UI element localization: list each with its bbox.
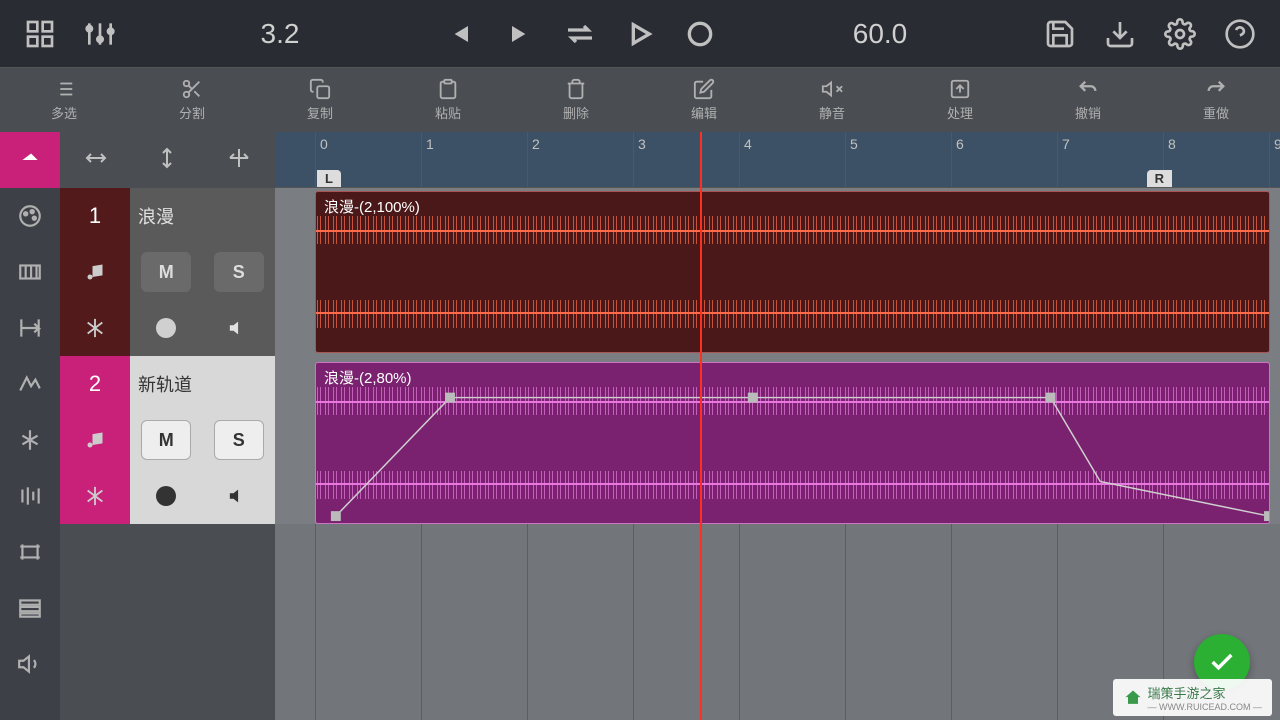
solo-btn-2[interactable]: S [214, 420, 264, 460]
copy-label: 复制 [307, 103, 333, 122]
pointer-tool[interactable] [0, 132, 60, 188]
zoom-fit-icon[interactable] [219, 138, 259, 183]
ruler-tick: 3 [633, 132, 650, 187]
undo-button[interactable]: 撤销 [1024, 78, 1152, 122]
grid-tool[interactable] [0, 524, 60, 580]
move-h-icon[interactable] [76, 138, 116, 183]
track-name-1[interactable]: 浪漫 [130, 188, 275, 244]
timeline-area[interactable]: 0 1 2 3 4 5 6 7 8 9 L R 浪漫-(2,100%) [275, 132, 1280, 720]
track-name-2[interactable]: 新轨道 [130, 356, 275, 412]
record-icon[interactable] [670, 0, 730, 67]
eq-tool[interactable] [0, 468, 60, 524]
multiselect-button[interactable]: 多选 [0, 78, 128, 122]
process-label: 处理 [947, 103, 973, 122]
add-track-icon[interactable] [105, 675, 121, 709]
redo-label: 重做 [1203, 103, 1229, 122]
watermark-title: 瑞策手游之家 [1148, 686, 1226, 701]
skip-forward-icon[interactable] [490, 0, 550, 67]
ruler-tick: 5 [845, 132, 862, 187]
settings-icon[interactable] [1150, 0, 1210, 67]
solo-btn-1[interactable]: S [214, 252, 264, 292]
paste-label: 粘贴 [435, 103, 461, 122]
watermark-sub: — WWW.RUICEAD.COM — [1148, 702, 1263, 712]
track-number-col-1[interactable]: 1 [60, 188, 130, 356]
loop-start-marker[interactable]: L [317, 170, 341, 187]
monitor-2[interactable] [224, 481, 254, 511]
playhead[interactable] [700, 132, 702, 720]
download-icon[interactable] [1090, 0, 1150, 67]
ruler-tick: 1 [421, 132, 438, 187]
help-icon[interactable] [1210, 0, 1270, 67]
audio-clip-1[interactable]: 浪漫-(2,100%) [315, 191, 1270, 353]
mixer-icon[interactable] [70, 0, 130, 67]
shuffle-icon[interactable] [235, 675, 251, 709]
piano-tool[interactable] [0, 244, 60, 300]
track-number-2: 2 [60, 356, 130, 412]
left-tool-column [0, 132, 60, 720]
track-row-2: 2 新轨道 M S [60, 356, 275, 524]
delete-label: 删除 [563, 103, 589, 122]
redo-button[interactable]: 重做 [1152, 78, 1280, 122]
track-controls-1: 浪漫 M S [130, 188, 275, 356]
paste-button[interactable]: 粘贴 [384, 78, 512, 122]
track-panel: 1 浪漫 M S 2 [60, 132, 275, 720]
watermark: 瑞策手游之家 — WWW.RUICEAD.COM — [1113, 679, 1273, 716]
ruler-tick: 7 [1057, 132, 1074, 187]
mute-button[interactable]: 静音 [768, 78, 896, 122]
track-header-tools [60, 132, 275, 188]
edit-label: 编辑 [691, 103, 717, 122]
speaker-tool[interactable] [0, 636, 60, 692]
remove-track-icon[interactable] [170, 675, 186, 709]
freeze-icon[interactable] [60, 300, 130, 356]
track-controls-2: 新轨道 M S [130, 356, 275, 524]
skip-back-icon[interactable] [430, 0, 490, 67]
track-number-1: 1 [60, 188, 130, 244]
play-icon[interactable] [610, 0, 670, 67]
position-display[interactable]: 3.2 [220, 18, 340, 50]
ruler-tick: 4 [739, 132, 756, 187]
monitor-1[interactable] [224, 313, 254, 343]
timeline-ruler[interactable]: 0 1 2 3 4 5 6 7 8 9 L R [275, 132, 1280, 188]
ruler-tick: 6 [951, 132, 968, 187]
freeze-icon[interactable] [60, 468, 130, 524]
fx-tool[interactable] [0, 412, 60, 468]
palette-tool[interactable] [0, 188, 60, 244]
apps-icon[interactable] [10, 0, 70, 67]
edit-toolbar: 多选 分割 复制 粘贴 删除 编辑 静音 处理 撤销 重做 [0, 67, 1280, 132]
save-icon[interactable] [1030, 0, 1090, 67]
track-number-col-2[interactable]: 2 [60, 356, 130, 524]
loop-icon[interactable] [550, 0, 610, 67]
ruler-tick: 2 [527, 132, 544, 187]
clip-label-1: 浪漫-(2,100%) [324, 196, 420, 217]
track-row-1: 1 浪漫 M S [60, 188, 275, 356]
mute-btn-2[interactable]: M [141, 420, 191, 460]
move-v-icon[interactable] [147, 138, 187, 183]
mute-label: 静音 [819, 103, 845, 122]
layers-tool[interactable] [0, 580, 60, 636]
snap-tool[interactable] [0, 300, 60, 356]
loop-end-marker[interactable]: R [1147, 170, 1172, 187]
mute-btn-1[interactable]: M [141, 252, 191, 292]
note-icon[interactable] [60, 412, 130, 468]
top-toolbar: 3.2 60.0 [0, 0, 1280, 67]
split-button[interactable]: 分割 [128, 78, 256, 122]
undo-label: 撤销 [1075, 103, 1101, 122]
ruler-tick: 9 [1269, 132, 1280, 187]
record-arm-1[interactable] [151, 313, 181, 343]
process-button[interactable]: 处理 [896, 78, 1024, 122]
split-label: 分割 [179, 103, 205, 122]
clip-label-2: 浪漫-(2,80%) [324, 367, 412, 388]
automation-tool[interactable] [0, 356, 60, 412]
track-bottom-tools [60, 664, 275, 720]
note-icon[interactable] [60, 244, 130, 300]
audio-clip-2[interactable]: 浪漫-(2,80%) [315, 362, 1270, 524]
main-area: 1 浪漫 M S 2 [0, 132, 1280, 720]
edit-button[interactable]: 编辑 [640, 78, 768, 122]
delete-button[interactable]: 删除 [512, 78, 640, 122]
copy-button[interactable]: 复制 [256, 78, 384, 122]
tempo-display[interactable]: 60.0 [820, 18, 940, 50]
multiselect-label: 多选 [51, 103, 77, 122]
record-arm-2[interactable] [151, 481, 181, 511]
